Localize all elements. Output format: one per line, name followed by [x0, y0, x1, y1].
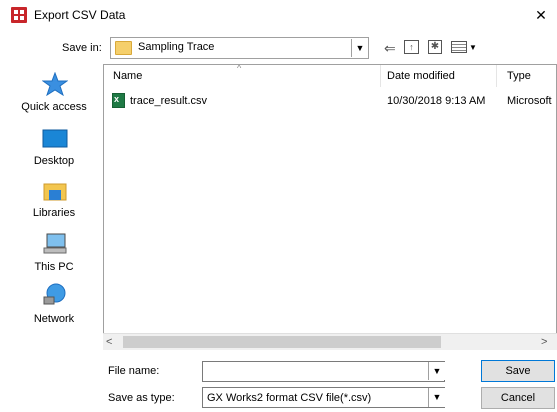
excel-file-icon: x	[112, 93, 125, 108]
sort-up-icon: ^	[237, 64, 242, 73]
scrollbar-thumb[interactable]	[123, 336, 441, 348]
chevron-down-icon[interactable]: ▼	[469, 39, 477, 57]
file-date-cell: 10/30/2018 9:13 AM	[387, 95, 486, 107]
chevron-down-icon[interactable]: ▼	[428, 388, 445, 407]
save-button[interactable]: Save	[481, 360, 555, 382]
place-label: Network	[33, 313, 75, 325]
place-network[interactable]: Network	[8, 278, 100, 328]
column-header-name[interactable]: Name	[113, 70, 142, 82]
new-folder-icon[interactable]: ✱	[428, 40, 442, 54]
place-label: This PC	[34, 261, 74, 273]
up-folder-icon[interactable]: ↑	[404, 40, 419, 54]
place-label: Desktop	[33, 155, 75, 167]
save-as-type-dropdown[interactable]: GX Works2 format CSV file(*.csv) ▼	[202, 387, 445, 408]
close-button[interactable]: ✕	[526, 2, 556, 28]
file-name-input[interactable]	[202, 361, 445, 382]
file-list[interactable]: Name ^ Date modified Type x trace_result…	[103, 64, 557, 346]
file-name-cell: trace_result.csv	[130, 95, 208, 107]
file-name-label: File name:	[108, 365, 160, 377]
place-this-pc[interactable]: This PC	[8, 226, 100, 276]
table-row[interactable]: x trace_result.csv 10/30/2018 9:13 AM Mi…	[104, 89, 556, 109]
column-header-type[interactable]: Type	[507, 70, 531, 82]
desktop-icon	[42, 127, 68, 151]
place-label: Quick access	[21, 101, 87, 113]
file-type-cell: Microsoft	[507, 95, 552, 107]
window-title: Export CSV Data	[34, 8, 126, 22]
save-in-value: Sampling Trace	[138, 41, 215, 53]
folder-icon	[115, 41, 132, 55]
scroll-left-icon[interactable]: <	[106, 334, 120, 350]
app-icon	[11, 7, 27, 23]
view-menu-icon[interactable]	[451, 41, 467, 53]
save-as-type-value: GX Works2 format CSV file(*.csv)	[207, 392, 372, 404]
chevron-down-icon[interactable]: ▼	[351, 39, 368, 57]
save-as-type-label: Save as type:	[108, 392, 175, 404]
place-libraries[interactable]: Libraries	[8, 174, 100, 224]
places-bar: Quick access Desktop Libraries This PC N…	[8, 66, 100, 326]
column-header-date[interactable]: Date modified	[387, 70, 455, 82]
title-bar: Export CSV Data ✕	[0, 0, 557, 30]
network-icon	[42, 282, 68, 306]
column-header-row: Name ^ Date modified Type	[104, 65, 556, 87]
save-in-dropdown[interactable]: Sampling Trace ▼	[110, 37, 369, 59]
save-in-label: Save in:	[62, 42, 102, 54]
place-quick-access[interactable]: Quick access	[8, 66, 100, 118]
computer-icon	[42, 232, 68, 256]
horizontal-scrollbar[interactable]: < >	[103, 333, 557, 350]
back-arrow-icon[interactable]: ⇐	[384, 39, 396, 57]
chevron-down-icon[interactable]: ▼	[428, 362, 445, 380]
cancel-button[interactable]: Cancel	[481, 387, 555, 409]
libraries-icon	[42, 178, 68, 202]
place-label: Libraries	[32, 207, 76, 219]
place-desktop[interactable]: Desktop	[8, 121, 100, 171]
star-icon	[41, 71, 69, 97]
scroll-right-icon[interactable]: >	[541, 334, 555, 350]
